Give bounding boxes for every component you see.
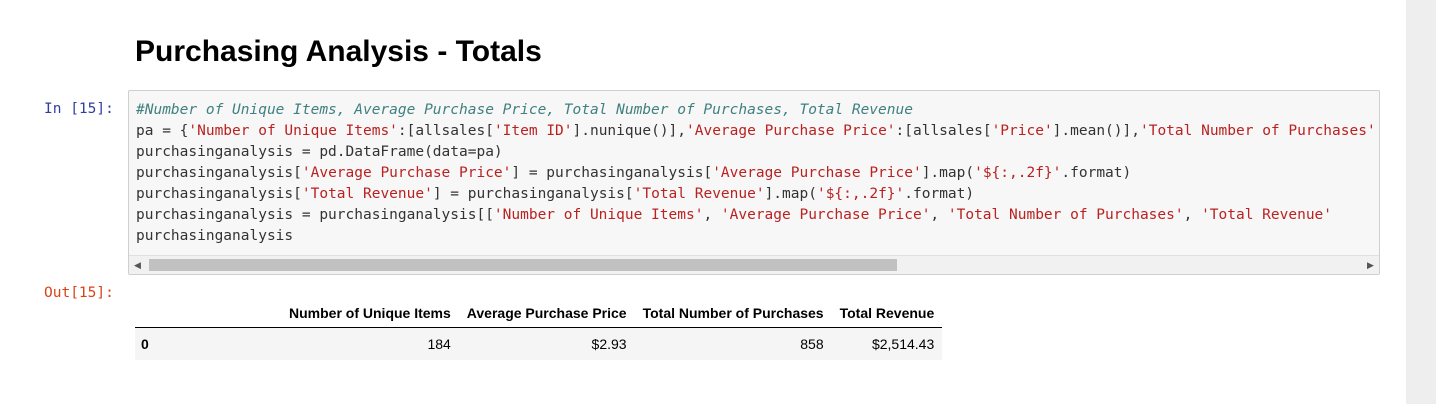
code-token: , <box>1183 207 1202 223</box>
table-cell: $2,514.43 <box>871 335 935 352</box>
code-string: 'Total Number of Purchases' <box>947 207 1184 223</box>
code-cell[interactable]: #Number of Unique Items, Average Purchas… <box>128 90 1380 275</box>
code-string: 'Price' <box>991 123 1053 139</box>
code-token: .format) <box>1061 165 1132 181</box>
scroll-right-arrow-icon[interactable]: ▶ <box>1362 256 1379 274</box>
scrollbar-thumb[interactable] <box>149 259 897 271</box>
horizontal-scrollbar[interactable]: ◀ ▶ <box>129 255 1379 274</box>
code-token: purchasinganalysis[ <box>136 165 302 181</box>
code-line: purchasinganalysis['Total Revenue'] = pu… <box>136 184 1376 205</box>
code-string: 'Average Purchase Price' <box>686 123 896 139</box>
code-string: 'Average Purchase Price' <box>301 165 512 181</box>
code-line: purchasinganalysis = pd.DataFrame(data=p… <box>136 142 1376 163</box>
code-line: #Number of Unique Items, Average Purchas… <box>136 100 1376 121</box>
code-token: pa = { <box>136 123 189 139</box>
output-prompt: Out[15]: <box>44 285 114 301</box>
scroll-left-arrow-icon[interactable]: ◀ <box>129 256 146 274</box>
table-cell: 184 <box>427 335 451 352</box>
code-string: 'Total Revenue' <box>1201 207 1333 223</box>
code-string: 'Total Revenue' <box>633 186 765 202</box>
code-token: ].mean()], <box>1052 123 1140 139</box>
code-comment: #Number of Unique Items, Average Purchas… <box>136 102 913 118</box>
code-string: 'Number of Unique Items' <box>188 123 398 139</box>
code-string: '${:,.2f}' <box>974 165 1062 181</box>
code-token: purchasinganalysis = pd.DataFrame(data=p… <box>136 144 503 160</box>
code-string: 'Total Number of Purchases' <box>1139 123 1376 139</box>
code-token: ] = purchasinganalysis[ <box>511 165 713 181</box>
table-cell: $2.93 <box>591 335 627 352</box>
code-string: 'Total Revenue' <box>301 186 433 202</box>
column-header: Total Revenue <box>831 299 943 328</box>
code-token: ] = purchasinganalysis[ <box>432 186 634 202</box>
code-editor[interactable]: #Number of Unique Items, Average Purchas… <box>136 100 1376 247</box>
code-token: :[allsales[ <box>397 123 494 139</box>
code-token: ].nunique()], <box>572 123 687 139</box>
code-token: , <box>703 207 721 223</box>
code-token: ].map( <box>764 186 817 202</box>
code-token: purchasinganalysis[ <box>136 186 302 202</box>
table-row: 0 184 $2.93 858 $2,514.43 <box>135 327 943 360</box>
column-header: Total Number of Purchases <box>634 299 832 328</box>
table-cell: 858 <box>800 335 824 352</box>
table-header-row: Number of Unique Items Average Purchase … <box>135 299 943 328</box>
code-string: 'Average Purchase Price' <box>720 207 931 223</box>
code-token: ].map( <box>921 165 975 181</box>
input-prompt: In [15]: <box>44 101 114 117</box>
dataframe-table: Number of Unique Items Average Purchase … <box>135 299 943 360</box>
code-string: 'Item ID' <box>493 123 573 139</box>
code-token: purchasinganalysis <box>136 228 294 244</box>
code-token: purchasinganalysis = purchasinganalysis[… <box>136 207 494 223</box>
code-line: purchasinganalysis <box>136 226 1376 247</box>
code-string: 'Average Purchase Price' <box>712 165 922 181</box>
index-header <box>135 299 281 328</box>
code-string: '${:,.2f}' <box>816 186 905 202</box>
code-line: purchasinganalysis = purchasinganalysis[… <box>136 205 1376 226</box>
code-string: 'Number of Unique Items' <box>493 207 704 223</box>
code-line: purchasinganalysis['Average Purchase Pri… <box>136 163 1376 184</box>
code-token: .format) <box>904 186 975 202</box>
column-header: Average Purchase Price <box>458 299 635 328</box>
row-index: 0 <box>141 335 149 352</box>
section-heading: Purchasing Analysis - Totals <box>135 35 542 68</box>
column-header: Number of Unique Items <box>281 299 459 328</box>
code-token: , <box>930 207 948 223</box>
code-token: :[allsales[ <box>895 123 992 139</box>
right-scrollbar-gutter[interactable] <box>1406 0 1436 404</box>
code-line: pa = {'Number of Unique Items':[allsales… <box>136 121 1376 142</box>
